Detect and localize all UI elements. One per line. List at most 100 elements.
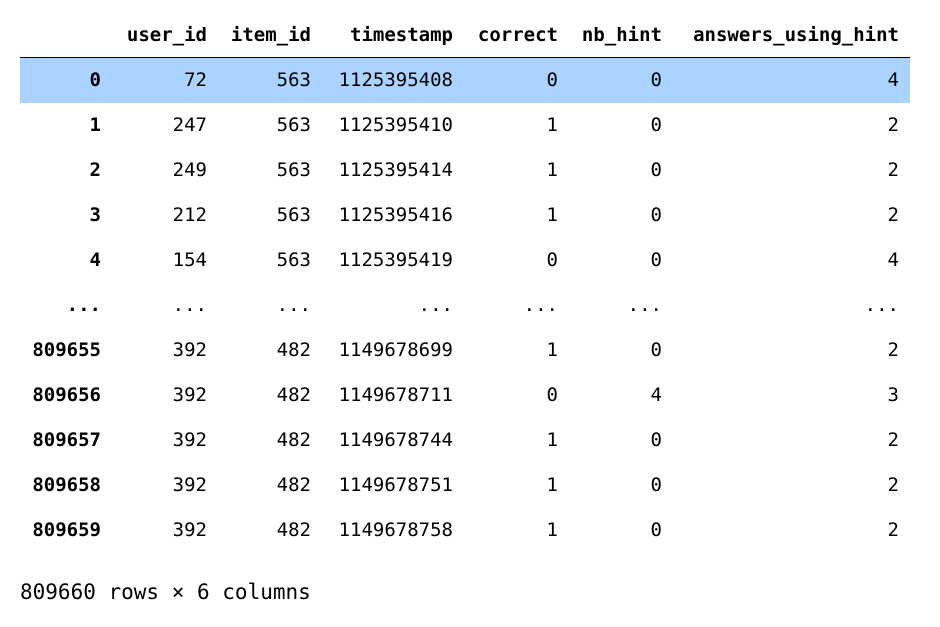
table-row[interactable]: 809659 392 482 1149678758 1 0 2 — [20, 508, 910, 553]
row-index: 809657 — [32, 429, 101, 451]
table-cell: 482 — [276, 339, 311, 361]
table-row[interactable]: 2 249 563 1125395414 1 0 2 — [20, 148, 910, 193]
table-row[interactable]: ..................... — [20, 283, 910, 328]
table-cell: 0 — [650, 249, 662, 271]
table-cell: 1 — [546, 519, 558, 541]
table-cell: ... — [523, 294, 558, 316]
table-cell: 482 — [276, 474, 311, 496]
table-cell: 392 — [172, 519, 207, 541]
table-cell: ... — [864, 294, 899, 316]
row-index: 2 — [89, 159, 101, 181]
table-cell: ... — [627, 294, 662, 316]
table-cell: 0 — [650, 159, 662, 181]
table-cell: 482 — [276, 519, 311, 541]
table-cell: 563 — [276, 114, 311, 136]
table-row[interactable]: 809658 392 482 1149678751 1 0 2 — [20, 463, 910, 508]
table-cell: 1 — [546, 159, 558, 181]
dataframe-shape-summary: 809660 rows × 6 columns — [20, 580, 311, 604]
table-cell: 0 — [650, 474, 662, 496]
row-index: 809655 — [32, 339, 101, 361]
table-cell: 1125395419 — [338, 249, 453, 271]
table-cell: 0 — [650, 519, 662, 541]
table-cell: 0 — [546, 249, 558, 271]
row-index: 809658 — [32, 474, 101, 496]
table-cell: 1149678751 — [338, 474, 453, 496]
dataframe-table: user_id item_id timestamp correct nb_hin… — [20, 13, 910, 553]
column-header-user-id: user_id — [126, 24, 207, 46]
table-cell: 563 — [276, 69, 311, 92]
table-cell: ... — [418, 294, 453, 316]
table-cell: 154 — [172, 249, 207, 271]
table-cell: 0 — [650, 114, 662, 136]
table-cell: 482 — [276, 384, 311, 406]
table-cell: 0 — [546, 69, 558, 92]
table-cell: 1 — [546, 204, 558, 226]
row-index: 809656 — [32, 384, 101, 406]
table-row[interactable]: 0 72 563 1125395408 0 0 4 — [20, 57, 910, 103]
table-cell: 0 — [650, 339, 662, 361]
table-cell: 2 — [887, 159, 899, 181]
table-cell: 249 — [172, 159, 207, 181]
table-cell: 2 — [887, 204, 899, 226]
table-cell: 1125395410 — [338, 114, 453, 136]
table-cell: ... — [172, 294, 207, 316]
table-cell: 4 — [887, 69, 899, 92]
table-cell: 4 — [650, 384, 662, 406]
table-row[interactable]: 809656 392 482 1149678711 0 4 3 — [20, 373, 910, 418]
table-cell: 1 — [546, 429, 558, 451]
table-cell: 1149678711 — [338, 384, 453, 406]
table-cell: 392 — [172, 474, 207, 496]
table-cell: 1 — [546, 339, 558, 361]
table-cell: 0 — [546, 384, 558, 406]
table-cell: ... — [276, 294, 311, 316]
table-cell: 1149678758 — [338, 519, 453, 541]
table-cell: 0 — [650, 69, 662, 92]
table-cell: 1149678699 — [338, 339, 453, 361]
table-cell: 563 — [276, 249, 311, 271]
row-index: ... — [66, 294, 101, 316]
table-cell: 0 — [650, 204, 662, 226]
row-index: 809659 — [32, 519, 101, 541]
table-cell: 247 — [172, 114, 207, 136]
table-body: 0 72 563 1125395408 0 0 4 1 247 563 1125395410 1 0 2 2… — [20, 57, 910, 553]
row-index: 3 — [89, 204, 101, 226]
table-cell: 2 — [887, 114, 899, 136]
table-cell: 1125395416 — [338, 204, 453, 226]
header-row: user_id item_id timestamp correct nb_hin… — [20, 13, 910, 58]
table-header: user_id item_id timestamp correct nb_hin… — [20, 13, 910, 58]
table-cell: 1 — [546, 114, 558, 136]
table-cell: 212 — [172, 204, 207, 226]
table-cell: 392 — [172, 429, 207, 451]
table-row[interactable]: 4 154 563 1125395419 0 0 4 — [20, 238, 910, 283]
dataframe-output: user_id item_id timestamp correct nb_hin… — [20, 13, 910, 553]
column-header-correct: correct — [477, 24, 558, 46]
row-index: 4 — [89, 249, 101, 271]
table-row[interactable]: 1 247 563 1125395410 1 0 2 — [20, 103, 910, 148]
column-header-item-id: item_id — [230, 24, 311, 46]
index-header — [20, 13, 112, 58]
row-index: 0 — [89, 69, 101, 92]
table-cell: 3 — [887, 384, 899, 406]
table-cell: 1149678744 — [338, 429, 453, 451]
table-cell: 4 — [887, 249, 899, 271]
column-header-timestamp: timestamp — [350, 24, 453, 46]
table-cell: 563 — [276, 204, 311, 226]
table-cell: 72 — [184, 69, 207, 92]
table-row[interactable]: 3 212 563 1125395416 1 0 2 — [20, 193, 910, 238]
table-cell: 1 — [546, 474, 558, 496]
column-header-nb-hint: nb_hint — [581, 24, 662, 46]
table-row[interactable]: 809655 392 482 1149678699 1 0 2 — [20, 328, 910, 373]
column-header-answers-using-hint: answers_using_hint — [693, 24, 899, 46]
table-cell: 2 — [887, 339, 899, 361]
table-cell: 2 — [887, 474, 899, 496]
table-cell: 0 — [650, 429, 662, 451]
table-cell: 1125395408 — [338, 69, 453, 92]
table-row[interactable]: 809657 392 482 1149678744 1 0 2 — [20, 418, 910, 463]
table-cell: 482 — [276, 429, 311, 451]
table-cell: 1125395414 — [338, 159, 453, 181]
table-cell: 392 — [172, 384, 207, 406]
row-index: 1 — [89, 114, 101, 136]
table-cell: 563 — [276, 159, 311, 181]
table-cell: 392 — [172, 339, 207, 361]
table-cell: 2 — [887, 519, 899, 541]
